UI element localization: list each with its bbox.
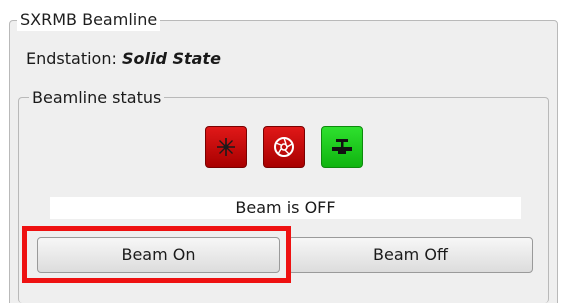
beamline-status-title: Beamline status <box>29 87 165 109</box>
beam-off-button[interactable]: Beam Off <box>288 237 533 273</box>
beam-on-button[interactable]: Beam On <box>37 237 280 273</box>
beam-state-label: Beam is OFF <box>50 197 521 219</box>
sxrmb-beamline-panel: SXRMB Beamline Endstation: Solid State B… <box>0 0 564 303</box>
photon-shutter-indicator[interactable] <box>263 126 305 168</box>
valve-icon <box>332 139 352 154</box>
sxrmb-beamline-title: SXRMB Beamline <box>17 9 161 31</box>
valve-indicator[interactable] <box>321 126 363 168</box>
beam-shutter-indicator[interactable] <box>205 126 247 168</box>
endstation-label: Endstation: <box>26 49 117 68</box>
beam-shutter-icon <box>217 138 235 156</box>
endstation-value: Solid State <box>121 49 221 68</box>
photon-shutter-icon <box>274 137 294 157</box>
endstation-row: Endstation: Solid State <box>26 48 221 70</box>
